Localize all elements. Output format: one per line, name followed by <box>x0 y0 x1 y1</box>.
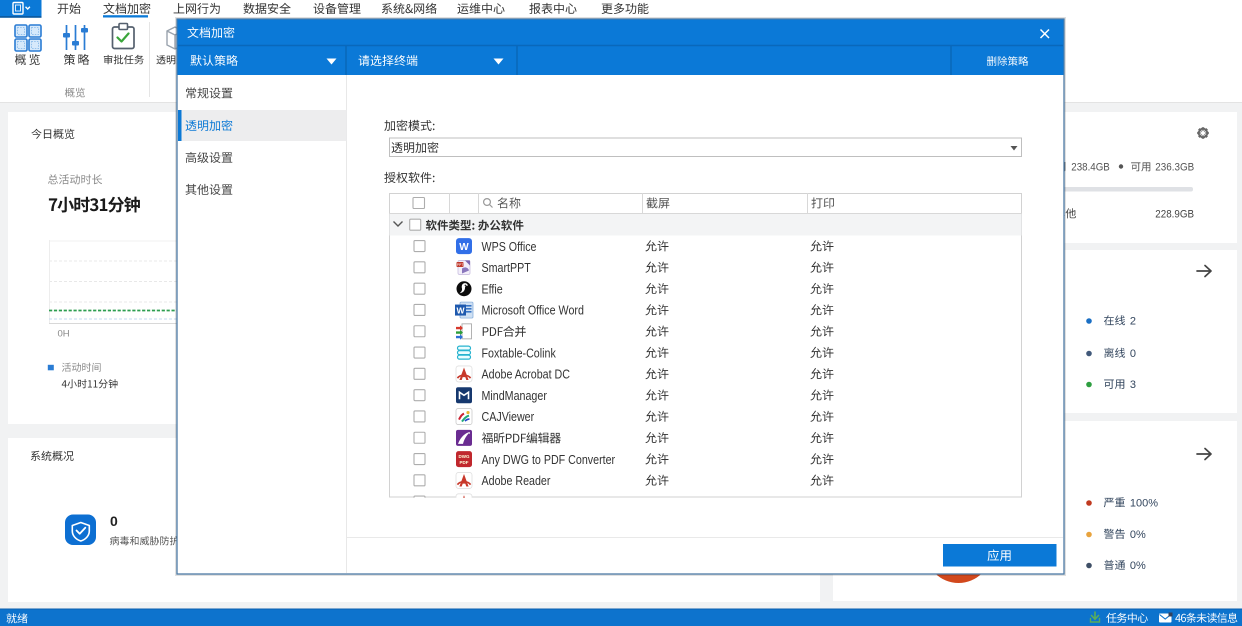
svg-text:0%: 0% <box>1130 560 1146 572</box>
svg-text:Foxtable-Colink: Foxtable-Colink <box>482 346 557 360</box>
svg-text:228.9GB: 228.9GB <box>1155 209 1194 221</box>
svg-text:W: W <box>459 242 469 253</box>
svg-text:100%: 100% <box>1130 498 1158 510</box>
svg-text:236.3GB: 236.3GB <box>1155 162 1194 174</box>
svg-text:DWG: DWG <box>459 454 470 459</box>
svg-text:0: 0 <box>1130 348 1136 360</box>
svg-text:0: 0 <box>110 513 118 529</box>
svg-text:0%: 0% <box>1130 529 1146 541</box>
svg-text:W: W <box>456 305 465 315</box>
svg-text:PDF: PDF <box>460 460 469 465</box>
svg-text:Adobe Reader: Adobe Reader <box>482 474 551 488</box>
svg-text:Adobe Acrobat DC: Adobe Acrobat DC <box>482 368 571 382</box>
svg-text:SmartPPT: SmartPPT <box>482 261 532 275</box>
svg-text:Any DWG to PDF Converter: Any DWG to PDF Converter <box>482 453 616 467</box>
svg-text:3: 3 <box>1130 379 1136 391</box>
svg-text:0H: 0H <box>58 329 70 340</box>
svg-text:MindManager: MindManager <box>482 389 547 403</box>
svg-text:238.4GB: 238.4GB <box>1071 162 1110 174</box>
svg-text:Microsoft Office Word: Microsoft Office Word <box>482 304 584 318</box>
svg-text:2: 2 <box>1130 316 1136 328</box>
svg-text:CAJViewer: CAJViewer <box>482 410 535 424</box>
svg-text:WPS Office: WPS Office <box>482 240 537 254</box>
svg-text:Effie: Effie <box>482 282 503 296</box>
svg-text:PPT: PPT <box>457 263 464 267</box>
